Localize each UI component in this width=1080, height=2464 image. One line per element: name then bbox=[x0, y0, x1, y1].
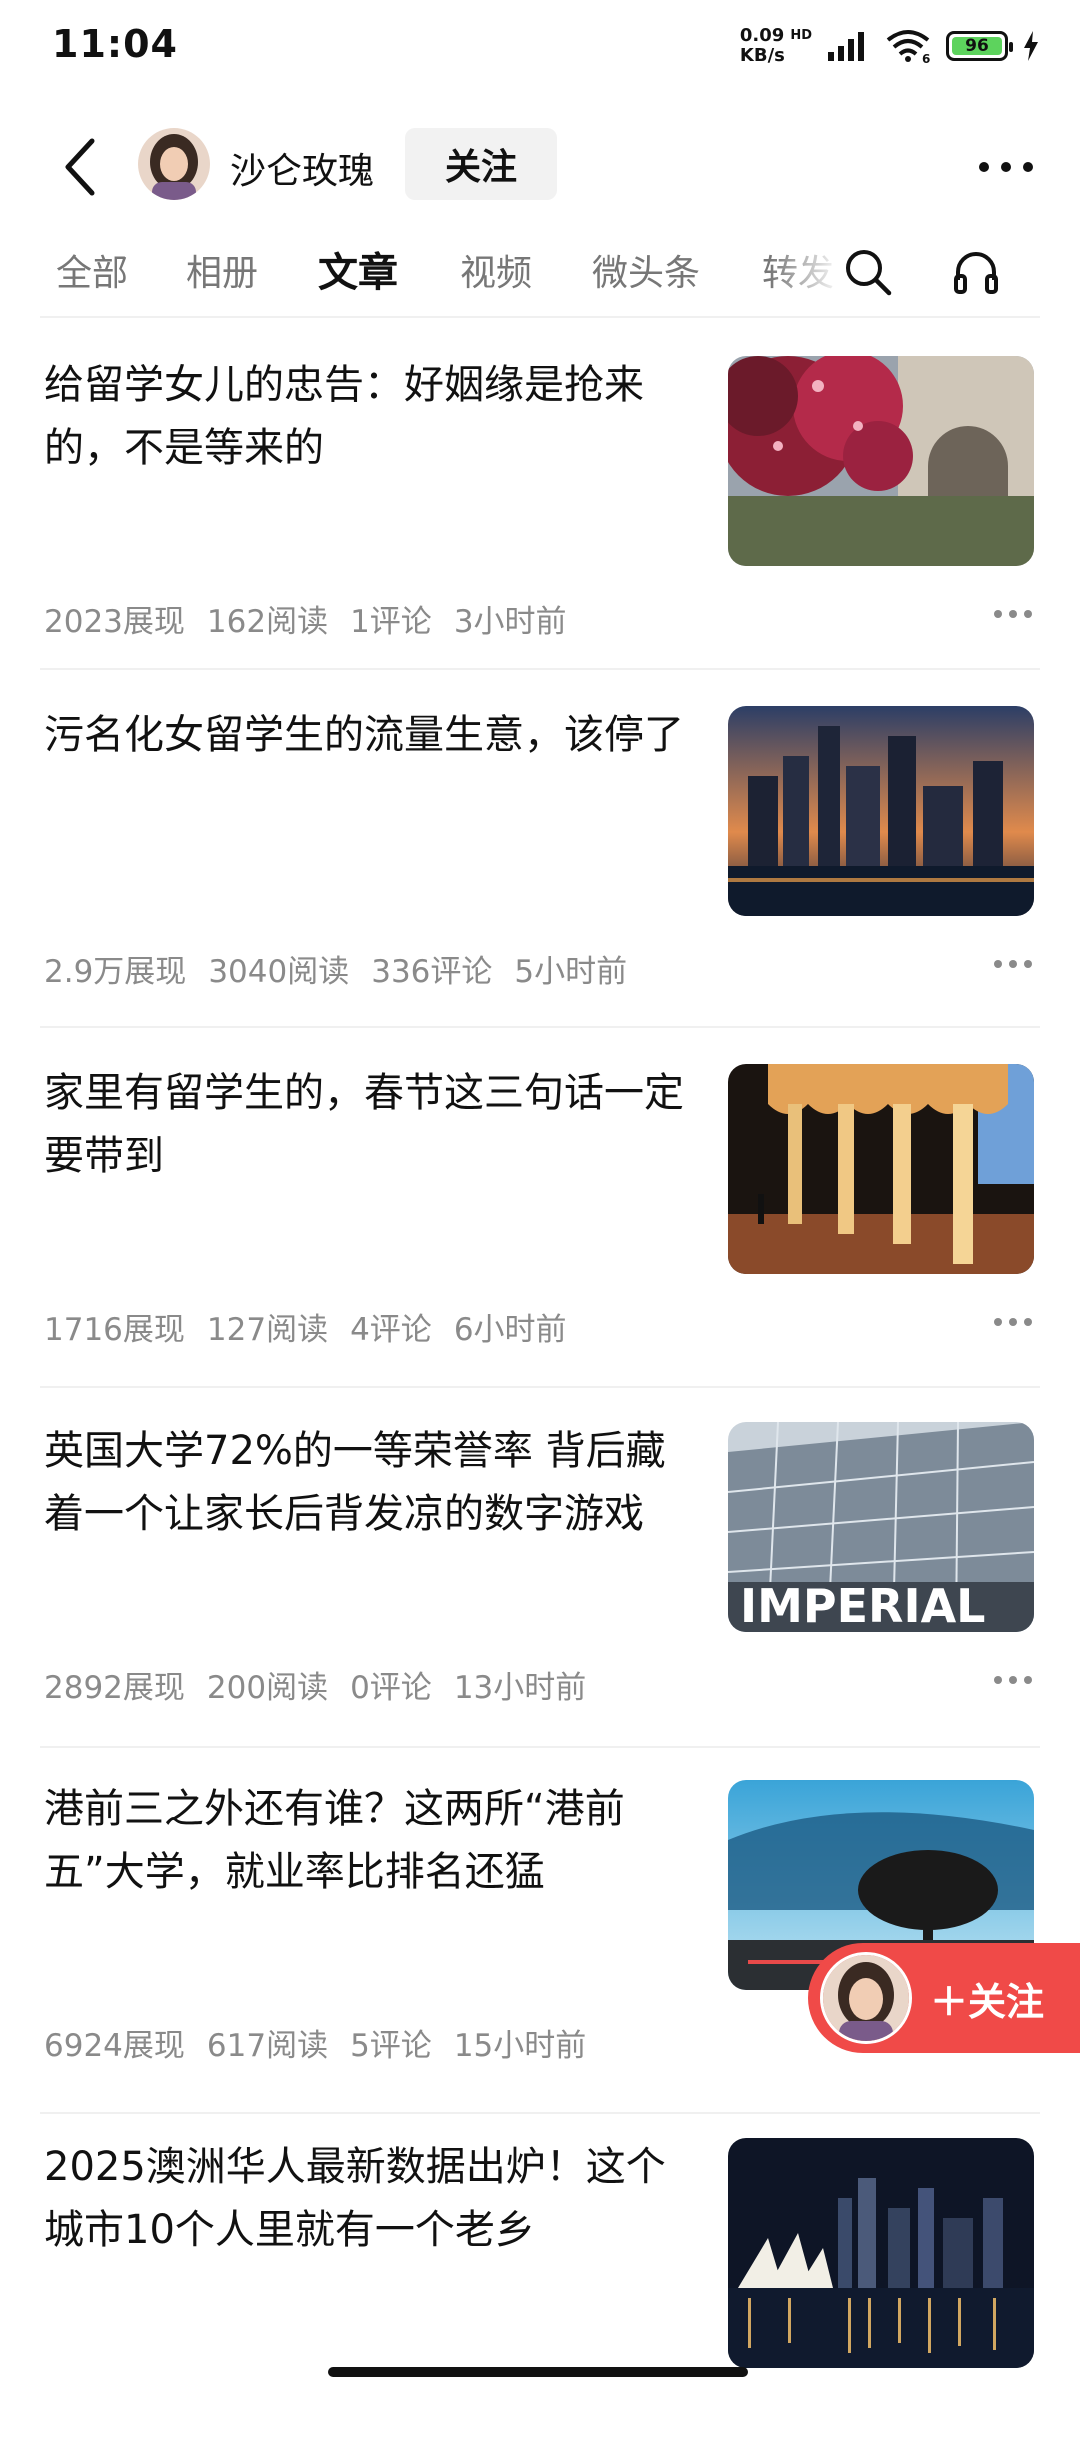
status-icons: 0.09 HD KB/s 6 96 bbox=[740, 26, 1040, 66]
read-count: 200阅读 bbox=[206, 1670, 329, 1706]
article-stats: 2892展现 200阅读 0评论 13小时前 bbox=[44, 1662, 586, 1707]
comment-count: 336评论 bbox=[371, 954, 493, 990]
more-dots-icon bbox=[994, 960, 1032, 968]
article-thumbnail[interactable]: IMPERIAL bbox=[728, 1422, 1034, 1632]
more-options-button[interactable] bbox=[966, 132, 1046, 202]
view-count: 1716展现 bbox=[44, 1312, 185, 1348]
author-avatar[interactable] bbox=[138, 128, 210, 200]
floating-follow-button[interactable]: ＋关注 bbox=[808, 1943, 1080, 2053]
tab-articles[interactable]: 文章 bbox=[318, 240, 398, 298]
listen-button[interactable] bbox=[944, 240, 1008, 304]
network-speed-value: 0.09 bbox=[739, 25, 785, 46]
article-item[interactable]: 2025澳洲华人最新数据出炉！这个城市10个人里就有一个老乡 bbox=[0, 2108, 1080, 2464]
tab-album[interactable]: 相册 bbox=[186, 244, 258, 296]
more-dots-icon bbox=[994, 1676, 1032, 1684]
author-name[interactable]: 沙仑玫瑰 bbox=[230, 142, 374, 194]
publish-time: 15小时前 bbox=[453, 2028, 587, 2064]
view-count: 2892展现 bbox=[44, 1670, 185, 1706]
article-stats: 1716展现 127阅读 4评论 6小时前 bbox=[44, 1304, 567, 1349]
article-title[interactable]: 2025澳洲华人最新数据出炉！这个城市10个人里就有一个老乡 bbox=[44, 2136, 684, 2262]
article-divider bbox=[40, 1026, 1040, 1028]
home-indicator[interactable] bbox=[328, 2367, 748, 2377]
status-bar: 11:04 0.09 HD KB/s 6 96 bbox=[0, 0, 1080, 100]
view-count: 2023展现 bbox=[44, 604, 185, 640]
comment-count: 4评论 bbox=[350, 1312, 432, 1348]
more-dots-icon bbox=[994, 610, 1032, 618]
view-count: 6924展现 bbox=[44, 2028, 185, 2064]
charging-bolt-icon bbox=[1024, 31, 1038, 61]
read-count: 617阅读 bbox=[206, 2028, 329, 2064]
headphones-icon bbox=[954, 252, 998, 294]
network-speed: 0.09 HD KB/s bbox=[740, 26, 812, 66]
article-item[interactable]: 英国大学72%的一等荣誉率 背后藏着一个让家长后背发凉的数字游戏 IMPERIA… bbox=[0, 1392, 1080, 1748]
article-thumbnail[interactable] bbox=[728, 706, 1034, 916]
article-thumbnail[interactable] bbox=[728, 2138, 1034, 2368]
article-more-button[interactable] bbox=[985, 1304, 1041, 1340]
search-button[interactable] bbox=[836, 240, 900, 304]
article-thumbnail[interactable] bbox=[728, 1064, 1034, 1274]
article-title[interactable]: 给留学女儿的忠告：好姻缘是抢来的，不是等来的 bbox=[44, 354, 684, 480]
tab-micro-posts[interactable]: 微头条 bbox=[592, 244, 700, 296]
publish-time: 13小时前 bbox=[453, 1670, 587, 1706]
back-button[interactable] bbox=[50, 132, 110, 202]
tab-all[interactable]: 全部 bbox=[56, 244, 128, 296]
read-count: 3040阅读 bbox=[208, 954, 350, 990]
article-thumbnail[interactable] bbox=[728, 356, 1034, 566]
more-dots-icon bbox=[994, 1318, 1032, 1326]
article-divider bbox=[40, 668, 1040, 670]
article-title[interactable]: 污名化女留学生的流量生意，该停了 bbox=[44, 704, 684, 767]
comment-count: 0评论 bbox=[350, 1670, 432, 1706]
tab-videos[interactable]: 视频 bbox=[460, 244, 532, 296]
battery-icon: 96 bbox=[946, 31, 1013, 61]
publish-time: 3小时前 bbox=[453, 604, 567, 640]
avatar-image bbox=[138, 128, 210, 200]
svg-text:6: 6 bbox=[922, 52, 930, 64]
article-stats: 2.9万展现 3040阅读 336评论 5小时前 bbox=[44, 946, 627, 991]
article-title[interactable]: 英国大学72%的一等荣誉率 背后藏着一个让家长后背发凉的数字游戏 bbox=[44, 1420, 684, 1546]
search-icon bbox=[846, 250, 892, 296]
floating-follow-avatar bbox=[820, 1952, 912, 2044]
network-speed-unit: KB/s bbox=[739, 45, 785, 66]
article-title[interactable]: 家里有留学生的，春节这三句话一定要带到 bbox=[44, 1062, 684, 1188]
cellular-signal-icon bbox=[828, 32, 864, 61]
article-more-button[interactable] bbox=[985, 946, 1041, 982]
article-title[interactable]: 港前三之外还有谁？这两所“港前五”大学，就业率比排名还猛 bbox=[44, 1778, 684, 1904]
back-arrow-icon bbox=[65, 138, 95, 196]
hd-label: HD bbox=[790, 28, 812, 43]
view-count: 2.9万展现 bbox=[44, 954, 187, 990]
article-more-button[interactable] bbox=[985, 596, 1041, 632]
article-divider bbox=[40, 1746, 1040, 1748]
floating-follow-label: ＋关注 bbox=[930, 1979, 1045, 2024]
article-divider bbox=[40, 1386, 1040, 1388]
article-item[interactable]: 污名化女留学生的流量生意，该停了 2.9万展现 3040阅读 336评论 5小时… bbox=[0, 676, 1080, 1032]
content-tabs: 全部 相册 文章 视频 微头条 转发 bbox=[0, 230, 1080, 310]
status-time: 11:04 bbox=[52, 22, 178, 66]
follow-button[interactable]: 关注 bbox=[405, 128, 557, 200]
tabs-divider bbox=[40, 316, 1040, 318]
thumbnail-text: IMPERIAL bbox=[740, 1579, 985, 1632]
publish-time: 6小时前 bbox=[453, 1312, 567, 1348]
article-more-button[interactable] bbox=[985, 1662, 1041, 1698]
battery-level: 96 bbox=[952, 36, 1002, 56]
article-stats: 2023展现 162阅读 1评论 3小时前 bbox=[44, 596, 567, 641]
article-stats: 6924展现 617阅读 5评论 15小时前 bbox=[44, 2020, 586, 2065]
comment-count: 5评论 bbox=[350, 2028, 432, 2064]
comment-count: 1评论 bbox=[350, 604, 432, 640]
read-count: 127阅读 bbox=[206, 1312, 329, 1348]
publish-time: 5小时前 bbox=[514, 954, 628, 990]
profile-header: 沙仑玫瑰 关注 bbox=[0, 110, 1080, 220]
wifi-icon: 6 bbox=[886, 30, 930, 64]
article-item[interactable]: 给留学女儿的忠告：好姻缘是抢来的，不是等来的 2023展现 162阅读 1评论 … bbox=[0, 326, 1080, 682]
read-count: 162阅读 bbox=[206, 604, 329, 640]
article-item[interactable]: 家里有留学生的，春节这三句话一定要带到 1716展现 127阅读 4评论 6小时… bbox=[0, 1034, 1080, 1390]
more-dots-icon bbox=[979, 162, 1033, 172]
